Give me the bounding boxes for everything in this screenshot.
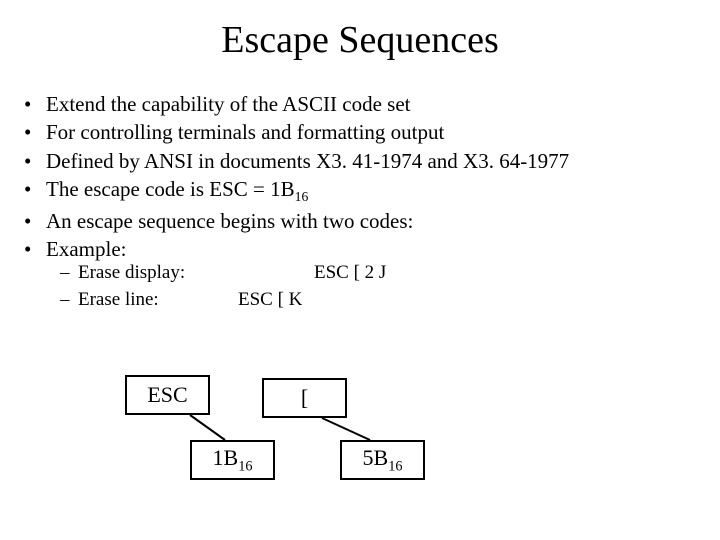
bullet-dot: • xyxy=(24,90,46,118)
bullet-item: • An escape sequence begins with two cod… xyxy=(24,207,569,235)
diagram-box-esc: ESC xyxy=(125,375,210,415)
bullet-dot: • xyxy=(24,175,46,203)
bullet-text: For controlling terminals and formatting… xyxy=(46,118,444,146)
diagram-box-label: 5B16 xyxy=(363,445,403,475)
slide: Escape Sequences • Extend the capability… xyxy=(0,0,720,540)
sub-bullet-list: – Erase display: ESC [ 2 J – Erase line:… xyxy=(60,260,386,313)
sub-bullet-item: – Erase display: ESC [ 2 J xyxy=(60,260,386,287)
sub-bullet-label: Erase display: xyxy=(78,260,238,287)
bullet-dot: • xyxy=(24,235,46,263)
bullet-item: • For controlling terminals and formatti… xyxy=(24,118,569,146)
bullet-item: • Extend the capability of the ASCII cod… xyxy=(24,90,569,118)
diagram-box-label: ESC xyxy=(147,382,187,408)
bullet-text: The escape code is ESC = 1B16 xyxy=(46,175,308,207)
bullet-dot: • xyxy=(24,118,46,146)
sub-bullet-dash: – xyxy=(60,287,78,314)
bullet-dot: • xyxy=(24,207,46,235)
sub-bullet-code: ESC [ 2 J xyxy=(238,260,386,287)
bullet-text: An escape sequence begins with two codes… xyxy=(46,207,413,235)
diagram-box-bracket: [ xyxy=(262,378,347,418)
sub-bullet-code: ESC [ K xyxy=(238,287,302,314)
bullet-text: Extend the capability of the ASCII code … xyxy=(46,90,411,118)
slide-title: Escape Sequences xyxy=(0,18,720,62)
sub-bullet-dash: – xyxy=(60,260,78,287)
bullet-item: • The escape code is ESC = 1B16 xyxy=(24,175,569,207)
bullet-text: Defined by ANSI in documents X3. 41-1974… xyxy=(46,147,569,175)
bullet-item: • Defined by ANSI in documents X3. 41-19… xyxy=(24,147,569,175)
diagram-box-label: [ xyxy=(301,385,308,411)
bullet-list: • Extend the capability of the ASCII cod… xyxy=(24,90,569,263)
diagram-box-hex-5b: 5B16 xyxy=(340,440,425,480)
sub-bullet-label: Erase line: xyxy=(78,287,238,314)
sub-bullet-item: – Erase line: ESC [ K xyxy=(60,287,386,314)
diagram-box-label: 1B16 xyxy=(213,445,253,475)
diagram-box-hex-1b: 1B16 xyxy=(190,440,275,480)
bullet-dot: • xyxy=(24,147,46,175)
